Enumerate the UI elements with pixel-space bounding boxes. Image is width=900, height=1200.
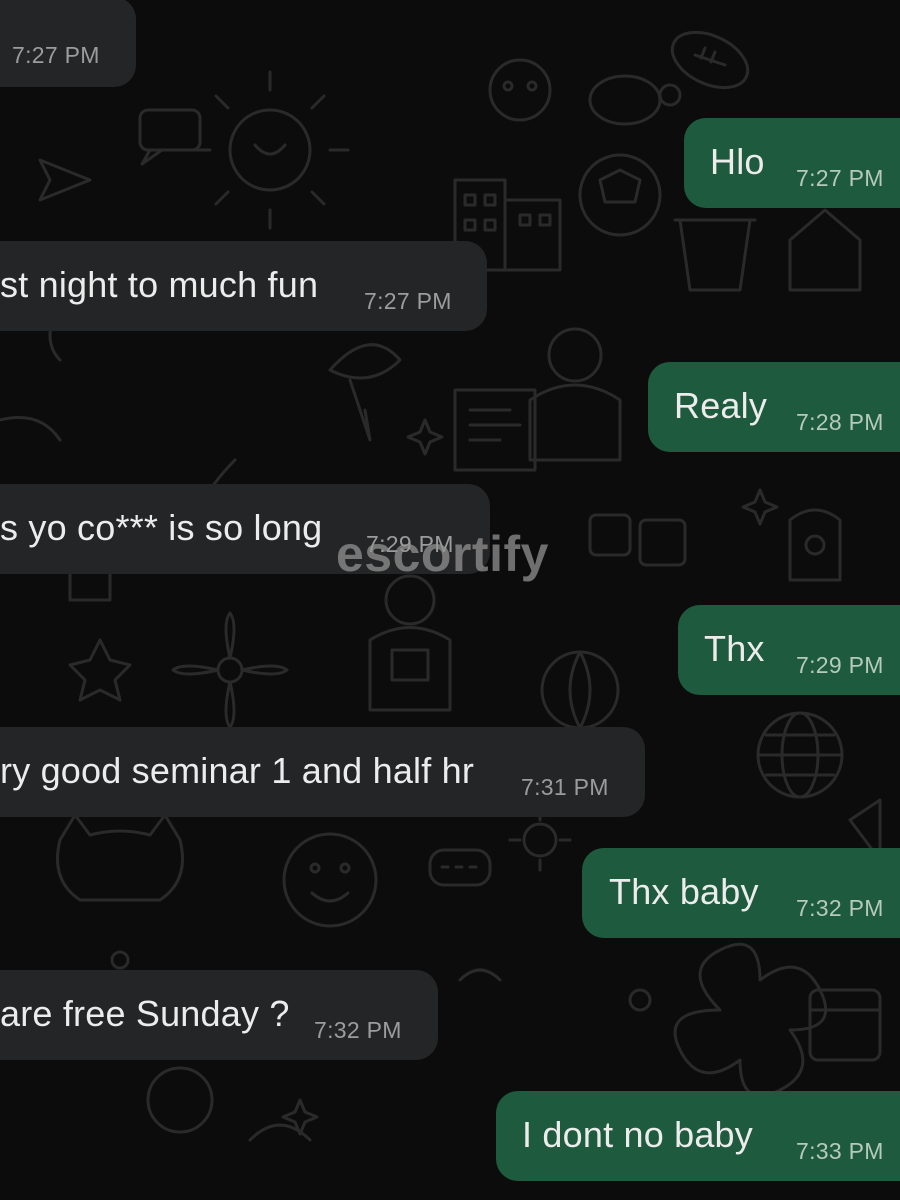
message-timestamp: 7:29 PM [796,652,884,678]
message-timestamp: 7:27 PM [364,288,452,314]
chat-area[interactable]: 7:27 PM Hlo 7:27 PM st night to much fun… [0,0,900,1200]
message-text: Thx baby [609,871,759,912]
outgoing-message[interactable]: I dont no baby 7:33 PM [496,1091,900,1181]
message-timestamp: 7:27 PM [796,165,884,191]
outgoing-message[interactable]: Realy 7:28 PM [648,362,900,452]
message-timestamp: 7:32 PM [796,895,884,921]
message-text: I dont no baby [522,1114,753,1155]
message-timestamp: 7:33 PM [796,1138,884,1164]
incoming-message[interactable]: are free Sunday ? 7:32 PM [0,970,438,1060]
message-timestamp: 7:28 PM [796,409,884,435]
message-text: Thx [704,628,765,669]
incoming-message[interactable]: 7:27 PM [0,0,136,87]
incoming-message[interactable]: ry good seminar 1 and half hr 7:31 PM [0,727,645,817]
message-text: ry good seminar 1 and half hr [0,750,475,791]
message-text: Realy [674,385,768,426]
message-text: st night to much fun [0,264,319,305]
outgoing-message[interactable]: Thx 7:29 PM [678,605,900,695]
message-text: s yo co*** is so long [0,507,323,548]
watermark-text: escortify [336,526,549,582]
outgoing-message[interactable]: Hlo 7:27 PM [684,118,900,208]
message-timestamp: 7:31 PM [521,774,609,800]
message-timestamp: 7:32 PM [314,1017,402,1043]
message-text: are free Sunday ? [0,993,290,1034]
message-timestamp: 7:27 PM [12,42,100,68]
incoming-message[interactable]: st night to much fun 7:27 PM [0,241,487,331]
outgoing-message[interactable]: Thx baby 7:32 PM [582,848,900,938]
message-text: Hlo [710,141,765,182]
